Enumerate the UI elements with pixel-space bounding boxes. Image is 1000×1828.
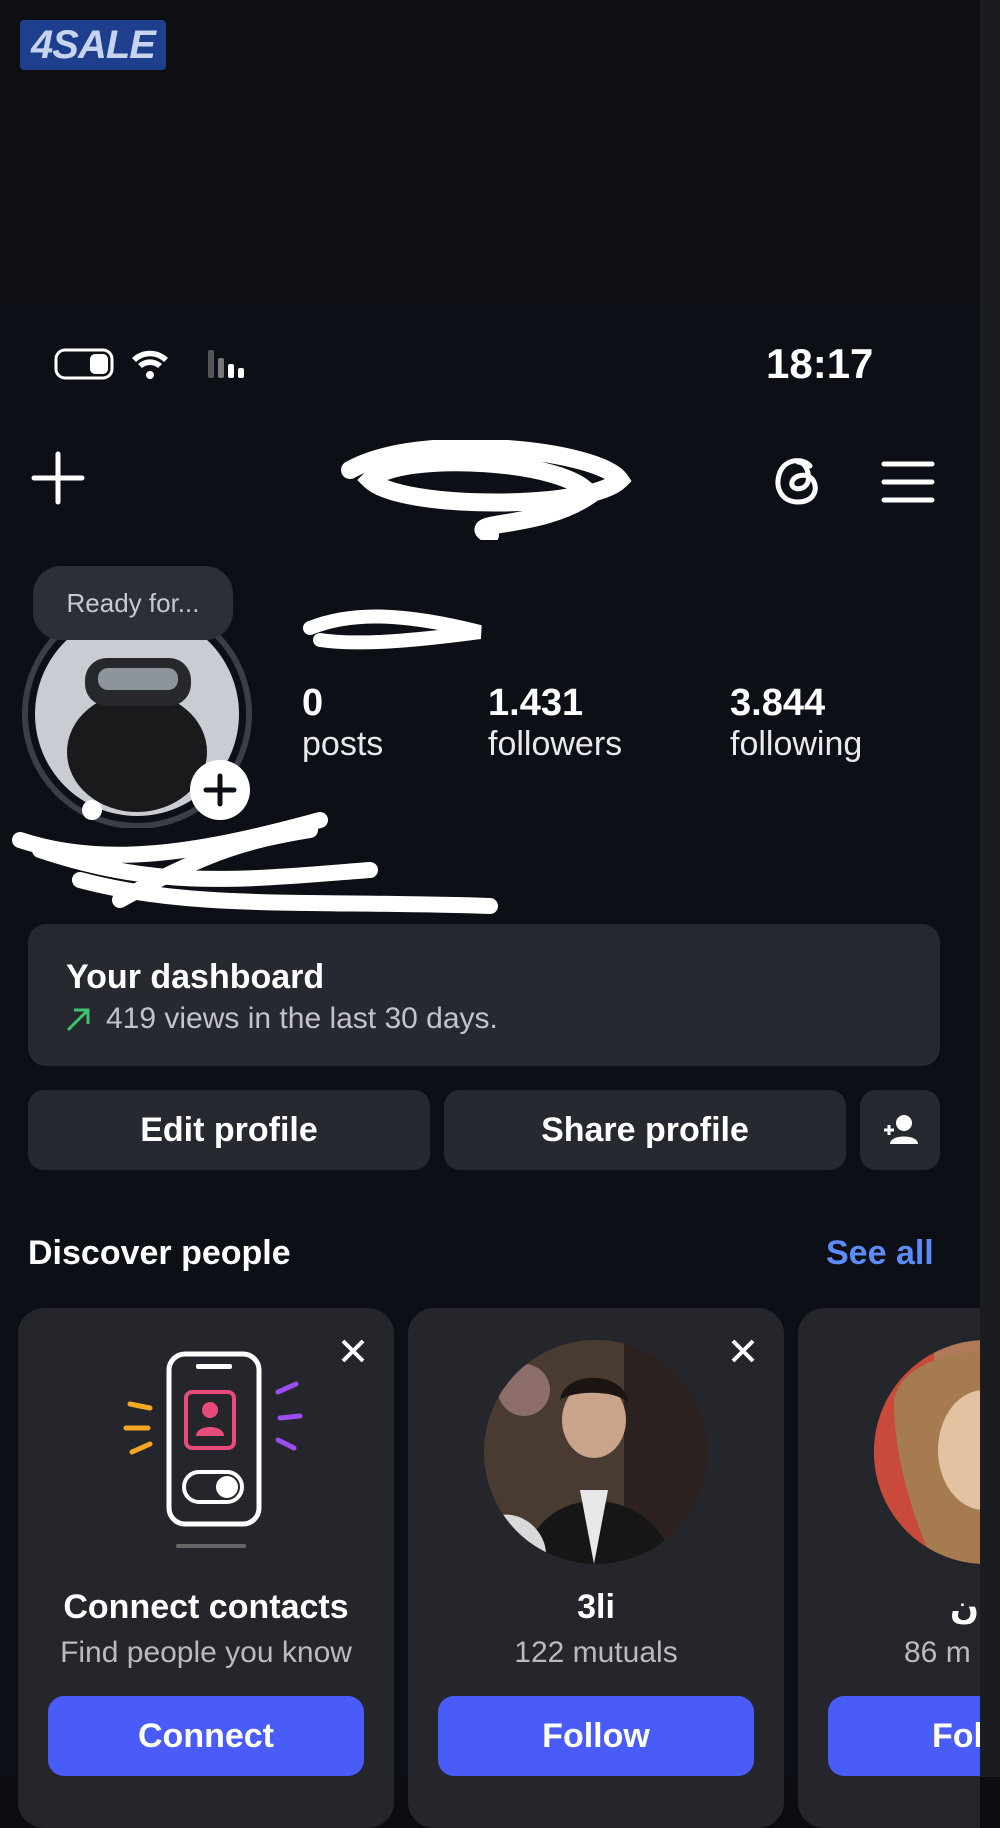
dashboard-card[interactable]: Your dashboard 419 views in the last 30 …: [28, 924, 940, 1066]
stat-value: 0: [302, 682, 324, 724]
watermark-logo: 4SALE: [20, 20, 166, 70]
user-avatar[interactable]: [874, 1340, 980, 1564]
note-bubble[interactable]: Ready for...: [33, 566, 233, 640]
threads-button[interactable]: [770, 452, 826, 508]
stat-label: posts: [302, 725, 384, 763]
card-subtitle: 86 m: [904, 1636, 971, 1669]
battery-icon: [50, 348, 244, 380]
add-person-button[interactable]: [860, 1090, 940, 1170]
trend-up-icon: [64, 1004, 94, 1034]
stat-posts[interactable]: 0 posts: [302, 682, 383, 764]
hamburger-menu-icon: [881, 461, 935, 503]
wifi-icon: [132, 350, 168, 379]
clock: 18:17: [766, 340, 874, 387]
follow-button[interactable]: Follow: [438, 1696, 754, 1776]
edge-strip: [980, 0, 1000, 1777]
card-subtitle: 122 mutuals: [514, 1636, 678, 1669]
dashboard-title: Your dashboard: [66, 958, 325, 996]
contacts-illustration-icon: [114, 1344, 304, 1564]
username-redaction[interactable]: [340, 438, 640, 544]
user-avatar[interactable]: [484, 1340, 708, 1564]
suggested-user-card: ن 86 m Fol: [798, 1308, 980, 1828]
discover-heading: Discover people: [28, 1234, 291, 1272]
card-title: 3li: [577, 1588, 615, 1626]
stat-label: followers: [488, 725, 623, 763]
connect-contacts-card: Connect contacts Find people you know Co…: [18, 1308, 394, 1828]
create-button[interactable]: [28, 448, 88, 508]
threads-icon: [775, 458, 818, 505]
card-title: ن: [950, 1589, 980, 1627]
signal-icon: [208, 350, 244, 378]
suggested-user-card: 3li 122 mutuals Follow: [408, 1308, 784, 1828]
share-profile-button[interactable]: Share profile: [444, 1090, 846, 1170]
status-icons: [50, 344, 264, 384]
card-title: Connect contacts: [63, 1588, 349, 1626]
menu-button[interactable]: [880, 458, 936, 506]
plus-icon: [31, 451, 85, 505]
add-person-icon: [884, 1115, 918, 1144]
bio-redaction: [10, 810, 500, 920]
edit-profile-button[interactable]: Edit profile: [28, 1090, 430, 1170]
close-icon[interactable]: [338, 1336, 368, 1366]
stat-label: following: [730, 725, 863, 763]
card-subtitle: Find people you know: [60, 1636, 352, 1669]
display-name-redaction: [300, 606, 490, 650]
stat-value: 1.431: [488, 682, 584, 724]
follow-button[interactable]: Fol: [828, 1696, 980, 1776]
close-icon[interactable]: [728, 1336, 758, 1366]
see-all-link[interactable]: See all: [826, 1234, 934, 1273]
connect-button[interactable]: Connect: [48, 1696, 364, 1776]
stat-followers[interactable]: 1.431 followers: [488, 682, 622, 764]
stat-following[interactable]: 3.844 following: [730, 682, 862, 764]
stat-value: 3.844: [730, 682, 826, 724]
dashboard-subtitle: 419 views in the last 30 days.: [106, 1002, 498, 1035]
